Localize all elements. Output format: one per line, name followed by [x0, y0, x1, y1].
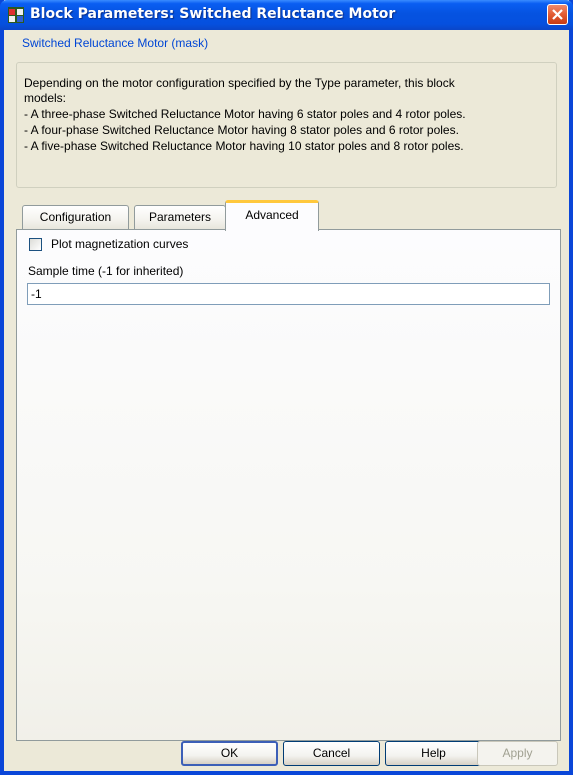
- tab-advanced[interactable]: Advanced: [225, 200, 319, 231]
- tab-strip: Configuration Parameters Advanced: [16, 200, 561, 231]
- simulink-block-icon: [8, 7, 24, 23]
- description-line: - A five-phase Switched Reluctance Motor…: [24, 139, 464, 153]
- sample-time-label: Sample time (-1 for inherited): [28, 264, 184, 278]
- dialog-window: Block Parameters: Switched Reluctance Mo…: [0, 0, 573, 775]
- description-line: models:: [24, 91, 67, 105]
- tab-configuration[interactable]: Configuration: [22, 205, 129, 229]
- ok-button[interactable]: OK: [181, 741, 278, 766]
- title-bar[interactable]: Block Parameters: Switched Reluctance Mo…: [0, 0, 573, 30]
- help-button[interactable]: Help: [385, 741, 482, 766]
- tab-parameters[interactable]: Parameters: [134, 205, 226, 229]
- close-button[interactable]: [547, 4, 568, 25]
- advanced-panel: Plot magnetization curves Sample time (-…: [16, 229, 561, 741]
- mask-legend: Switched Reluctance Motor (mask): [19, 36, 212, 50]
- apply-button[interactable]: Apply: [477, 741, 558, 766]
- plot-magnetization-label[interactable]: Plot magnetization curves: [51, 237, 188, 251]
- sample-time-input[interactable]: [27, 283, 550, 305]
- plot-magnetization-checkbox[interactable]: [29, 238, 42, 251]
- description-line: Depending on the motor configuration spe…: [24, 76, 455, 90]
- close-icon: [552, 9, 563, 20]
- description-line: - A three-phase Switched Reluctance Moto…: [24, 107, 466, 121]
- cancel-button[interactable]: Cancel: [283, 741, 380, 766]
- window-title: Block Parameters: Switched Reluctance Mo…: [30, 6, 396, 22]
- description-line: - A four-phase Switched Reluctance Motor…: [24, 123, 459, 137]
